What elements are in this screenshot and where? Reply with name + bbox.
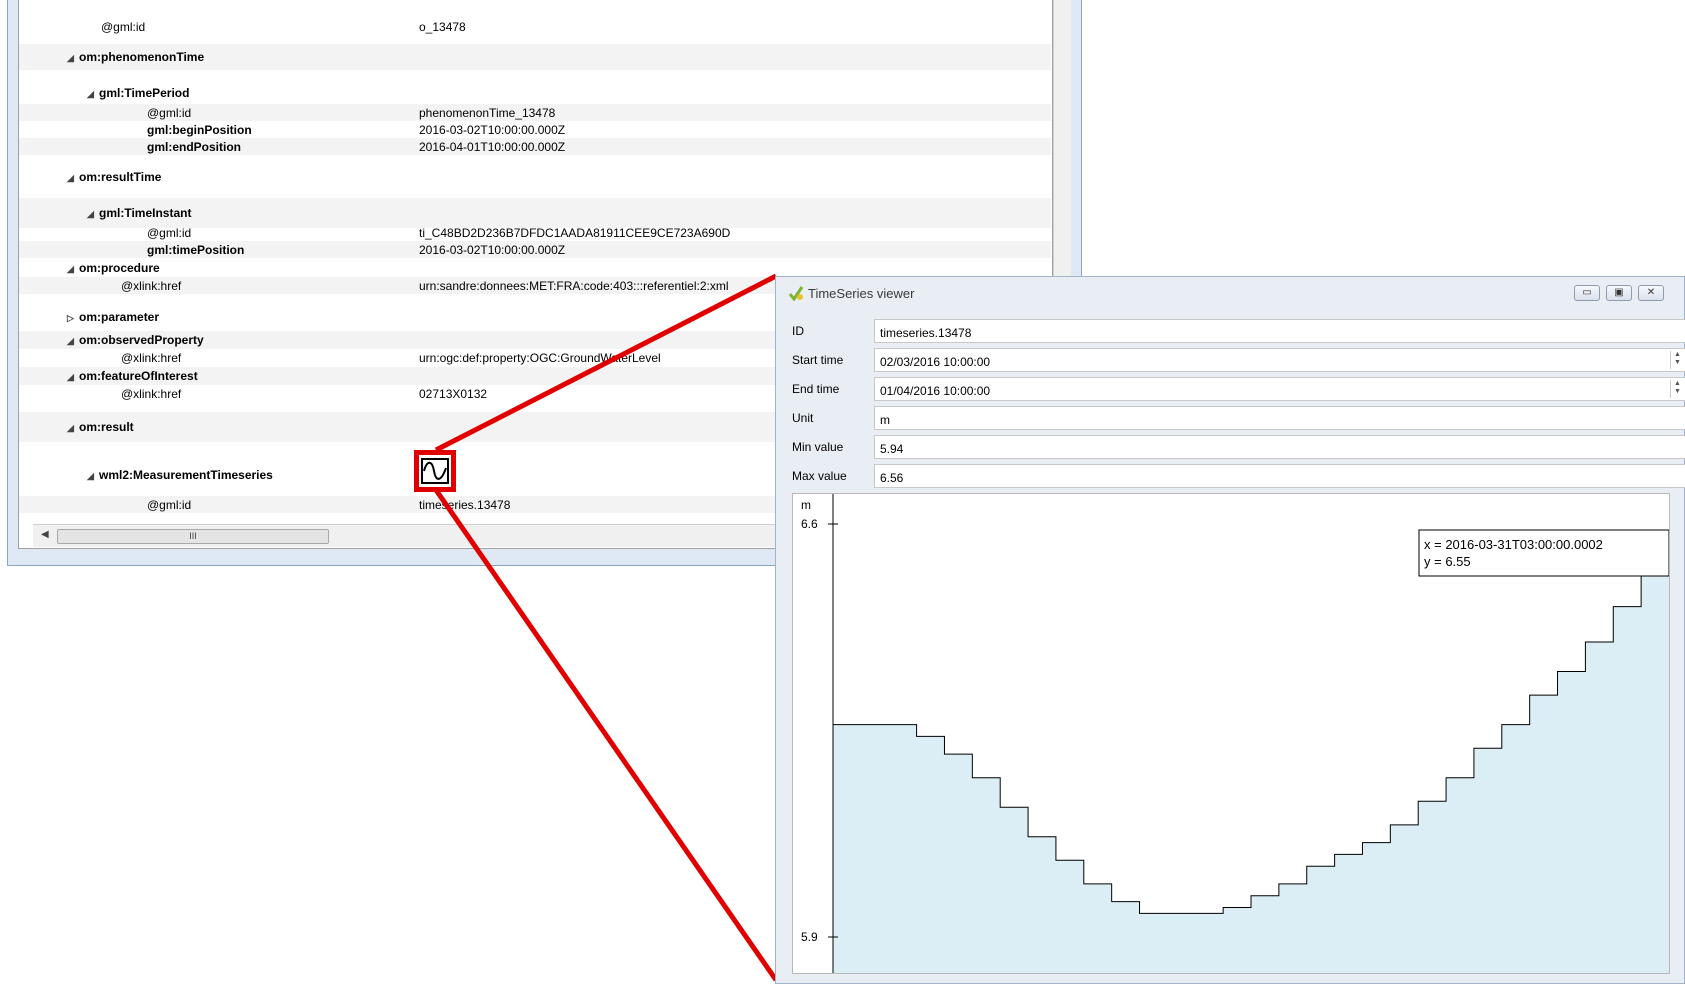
timeseries-viewer-window: TimeSeries viewer ▭ ▣ ✕ ID timeseries.134… bbox=[775, 276, 1685, 984]
field-label: Unit bbox=[792, 411, 814, 425]
series-area bbox=[833, 547, 1669, 973]
minimize-button[interactable]: ▭ bbox=[1574, 285, 1600, 301]
timeseries-icon bbox=[421, 458, 449, 484]
tooltip-y: y = 6.55 bbox=[1424, 554, 1471, 569]
field-row-unit: Unit m bbox=[792, 406, 1685, 430]
field-label: Start time bbox=[792, 353, 844, 367]
tooltip-x: x = 2016-03-31T03:00:00.0002 bbox=[1424, 537, 1603, 552]
field-row-max-value: Max value 6.56 bbox=[792, 464, 1685, 488]
field-row-start-time: Start time 02/03/2016 10:00:00 ▲ ▼ bbox=[792, 348, 1685, 372]
field-label: ID bbox=[792, 324, 804, 338]
field-label: Min value bbox=[792, 440, 844, 454]
viewer-title: TimeSeries viewer bbox=[808, 286, 915, 301]
viewer-titlebar[interactable]: TimeSeries viewer ▭ ▣ ✕ bbox=[776, 277, 1684, 309]
field-input[interactable]: 6.56 bbox=[874, 464, 1685, 488]
field-row-end-time: End time 01/04/2016 10:00:00 ▲ ▼ bbox=[792, 377, 1685, 401]
callout-line-bottom bbox=[433, 488, 779, 982]
timeseries-view-button[interactable] bbox=[414, 450, 456, 492]
timeseries-chart[interactable]: m 6.6 5.9 x = 2016-03-31T03:00:00.0002 y = 6… bbox=[792, 493, 1682, 974]
close-button[interactable]: ✕ bbox=[1638, 285, 1664, 301]
field-label: Max value bbox=[792, 469, 847, 483]
field-input[interactable]: 01/04/2016 10:00:00 ▲ ▼ bbox=[874, 377, 1685, 401]
maximize-button[interactable]: ▣ bbox=[1606, 285, 1632, 301]
y-tick-label: 6.6 bbox=[801, 517, 818, 531]
field-input[interactable]: 5.94 bbox=[874, 435, 1685, 459]
y-tick-label: 5.9 bbox=[801, 930, 818, 944]
callout-line-top bbox=[434, 273, 778, 453]
field-row-id: ID timeseries.13478 bbox=[792, 319, 1685, 343]
qgis-app-icon bbox=[788, 286, 804, 301]
chart-canvas: m 6.6 5.9 x = 2016-03-31T03:00:00.0002 y = 6… bbox=[801, 494, 1682, 973]
field-input[interactable]: m bbox=[874, 406, 1685, 430]
field-label: End time bbox=[792, 382, 840, 396]
field-input[interactable]: 02/03/2016 10:00:00 ▲ ▼ bbox=[874, 348, 1685, 372]
spin-arrows-icon[interactable]: ▲ ▼ bbox=[1670, 351, 1684, 369]
spin-arrows-icon[interactable]: ▲ ▼ bbox=[1670, 380, 1684, 398]
field-row-min-value: Min value 5.94 bbox=[792, 435, 1685, 459]
field-input[interactable]: timeseries.13478 bbox=[874, 319, 1685, 343]
y-axis-label: m bbox=[801, 498, 811, 512]
